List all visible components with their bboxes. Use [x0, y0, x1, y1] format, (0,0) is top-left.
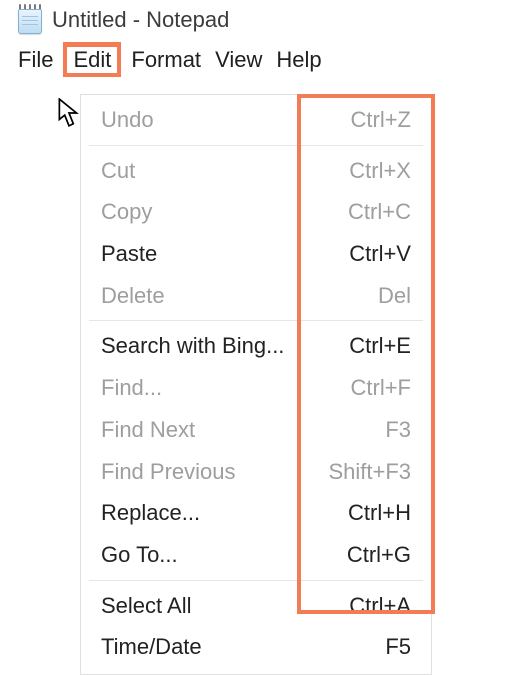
menu-help[interactable]: Help	[272, 45, 325, 75]
menu-item-copy: Copy Ctrl+C	[89, 191, 423, 233]
menu-item-label: Find...	[101, 373, 162, 403]
menu-format[interactable]: Format	[127, 45, 205, 75]
menu-item-label: Paste	[101, 239, 157, 269]
menu-item-label: Copy	[101, 197, 152, 227]
menu-item-shortcut: Ctrl+Z	[351, 105, 412, 135]
menu-item-label: Search with Bing...	[101, 331, 284, 361]
menu-view[interactable]: View	[211, 45, 266, 75]
menu-edit[interactable]: Edit	[63, 42, 121, 77]
menu-item-shortcut: Ctrl+C	[348, 197, 411, 227]
menu-item-label: Undo	[101, 105, 154, 135]
menu-item-select-all[interactable]: Select All Ctrl+A	[89, 585, 423, 627]
menu-item-label: Find Next	[101, 415, 195, 445]
menu-item-shortcut: Del	[378, 281, 411, 311]
menu-file[interactable]: File	[14, 45, 57, 75]
menu-item-delete: Delete Del	[89, 275, 423, 317]
menu-item-shortcut: F5	[385, 632, 411, 662]
menu-item-shortcut: Ctrl+F	[351, 373, 412, 403]
menu-item-label: Select All	[101, 591, 192, 621]
menu-item-search-with-bing[interactable]: Search with Bing... Ctrl+E	[89, 325, 423, 367]
menu-item-label: Cut	[101, 156, 135, 186]
menu-item-shortcut: Ctrl+E	[349, 331, 411, 361]
edit-dropdown: Undo Ctrl+Z Cut Ctrl+X Copy Ctrl+C Paste Ctrl+V…	[80, 94, 432, 675]
menu-separator	[89, 145, 423, 146]
title-bar: Untitled - Notepad	[0, 0, 514, 38]
menu-item-shortcut: Ctrl+V	[349, 239, 411, 269]
menu-item-go-to[interactable]: Go To... Ctrl+G	[89, 534, 423, 576]
menu-item-shortcut: Ctrl+H	[348, 498, 411, 528]
menu-item-cut: Cut Ctrl+X	[89, 150, 423, 192]
menu-item-shortcut: Ctrl+X	[349, 156, 411, 186]
menu-item-find-previous: Find Previous Shift+F3	[89, 451, 423, 493]
cursor-icon	[58, 98, 80, 128]
menu-separator	[89, 320, 423, 321]
menu-item-undo: Undo Ctrl+Z	[89, 99, 423, 141]
menu-item-shortcut: Ctrl+A	[349, 591, 411, 621]
menu-item-label: Time/Date	[101, 632, 202, 662]
menu-item-find-next: Find Next F3	[89, 409, 423, 451]
menu-item-shortcut: F3	[385, 415, 411, 445]
menu-item-label: Go To...	[101, 540, 178, 570]
menu-item-replace[interactable]: Replace... Ctrl+H	[89, 492, 423, 534]
menu-separator	[89, 580, 423, 581]
menu-item-label: Replace...	[101, 498, 200, 528]
menu-item-time-date[interactable]: Time/Date F5	[89, 626, 423, 668]
menu-item-label: Delete	[101, 281, 165, 311]
menu-item-shortcut: Shift+F3	[328, 457, 411, 487]
notepad-icon	[18, 6, 42, 34]
menu-bar: File Edit Format View Help	[0, 38, 514, 81]
menu-item-label: Find Previous	[101, 457, 236, 487]
menu-item-shortcut: Ctrl+G	[347, 540, 411, 570]
menu-item-paste[interactable]: Paste Ctrl+V	[89, 233, 423, 275]
window-title: Untitled - Notepad	[52, 7, 229, 33]
menu-item-find: Find... Ctrl+F	[89, 367, 423, 409]
